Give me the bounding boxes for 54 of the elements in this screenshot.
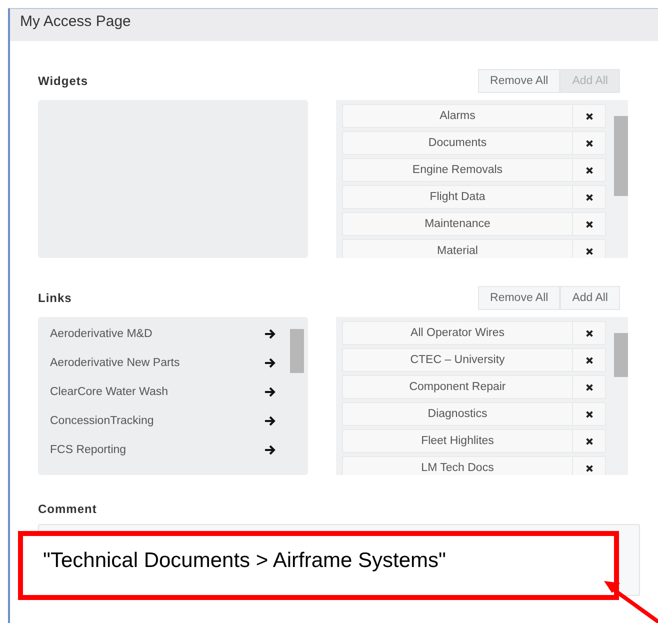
close-icon (584, 356, 594, 364)
remove-button[interactable] (573, 239, 606, 258)
comment-label: Comment (38, 502, 98, 516)
selected-item[interactable]: All Operator Wires (342, 321, 573, 345)
close-icon (584, 328, 594, 338)
arrow-right-icon[interactable] (264, 414, 276, 426)
selected-item[interactable]: Alarms (342, 104, 573, 128)
list-action-button[interactable]: Remove All (478, 286, 560, 310)
remove-button[interactable] (573, 429, 606, 453)
available-item[interactable]: Aeroderivative New Parts (50, 356, 264, 368)
section-heading: Widgets (38, 74, 88, 88)
list-action-button[interactable]: Remove All (478, 69, 560, 93)
close-icon (584, 436, 594, 446)
selected-item[interactable]: Documents (342, 131, 573, 155)
close-icon (584, 246, 594, 256)
list-action-button[interactable]: Add All (560, 286, 620, 310)
remove-button[interactable] (573, 321, 606, 345)
remove-button[interactable] (573, 131, 606, 155)
selected-item[interactable]: Material (342, 239, 573, 258)
remove-button[interactable] (573, 456, 606, 475)
arrow-right-icon[interactable] (264, 444, 276, 456)
close-icon (584, 166, 594, 174)
section-heading: Links (38, 291, 72, 305)
remove-button[interactable] (573, 348, 606, 372)
window-title: My Access Page (20, 12, 131, 30)
remove-button[interactable] (573, 104, 606, 128)
selected-item[interactable]: Flight Data (342, 185, 573, 209)
close-icon (584, 112, 594, 120)
selected-item[interactable]: Diagnostics (342, 402, 573, 426)
available-item[interactable]: ClearCore Water Wash (50, 386, 264, 398)
remove-button[interactable] (573, 185, 606, 209)
remove-button[interactable] (573, 212, 606, 236)
selected-item[interactable]: Engine Removals (342, 158, 573, 182)
close-icon (584, 138, 594, 148)
close-icon (584, 220, 594, 228)
arrow-right-icon[interactable] (264, 328, 276, 340)
selected-item[interactable]: CTEC – University (342, 348, 573, 372)
available-item[interactable]: FCS Reporting (50, 444, 264, 456)
selected-item[interactable]: Fleet Highlites (342, 429, 573, 453)
selected-item[interactable]: Component Repair (342, 375, 573, 399)
remove-button[interactable] (573, 158, 606, 182)
available-item[interactable]: Aeroderivative M&D (50, 328, 264, 340)
close-icon (584, 464, 594, 472)
available-item[interactable]: ConcessionTracking (50, 414, 264, 426)
selected-item[interactable]: LM Tech Docs (342, 456, 573, 475)
close-icon (584, 192, 594, 202)
annotation-text: "Technical Documents > Airframe Systems" (43, 549, 446, 573)
arrow-right-icon[interactable] (264, 356, 276, 368)
close-icon (584, 382, 594, 392)
close-icon (584, 410, 594, 418)
remove-button[interactable] (573, 375, 606, 399)
selected-item[interactable]: Maintenance (342, 212, 573, 236)
remove-button[interactable] (573, 402, 606, 426)
arrow-right-icon[interactable] (264, 386, 276, 398)
